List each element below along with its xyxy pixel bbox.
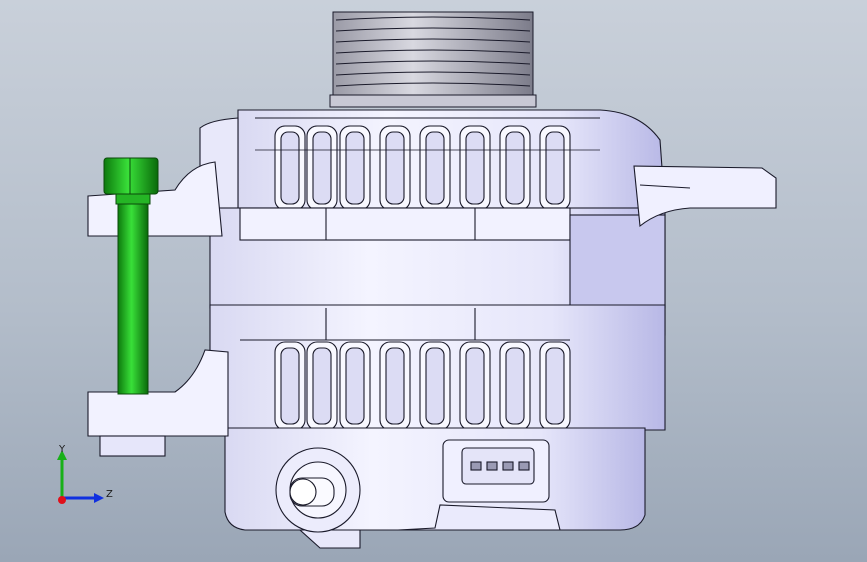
graphics-viewport[interactable]: Y Z	[0, 0, 867, 562]
vent-slot-inner	[280, 131, 300, 205]
alternator-model[interactable]	[0, 0, 867, 562]
vent-slot-inner	[505, 131, 525, 205]
vent-slot-inner	[505, 347, 525, 425]
lower-vent-slots	[274, 341, 571, 431]
connector-pin	[502, 461, 514, 471]
vent-slot-inner	[385, 347, 405, 425]
electrical-connector[interactable]	[442, 439, 550, 503]
b-plus-terminal[interactable]	[275, 447, 361, 533]
z-axis-arrowhead	[94, 493, 104, 503]
axis-triad: Y Z	[57, 444, 113, 504]
mounting-bolt[interactable]	[103, 157, 159, 395]
y-axis-label: Y	[58, 444, 66, 455]
front-housing[interactable]	[199, 109, 666, 211]
vent-slot-inner	[385, 131, 405, 205]
vent-slot-inner	[345, 347, 365, 425]
connector-pin	[518, 461, 530, 471]
vent-slot-inner	[545, 131, 565, 205]
mounting-lug-right[interactable]	[633, 165, 777, 228]
vent-slot-inner	[345, 131, 365, 205]
vent-slot-inner	[312, 347, 332, 425]
vent-slot-inner	[545, 347, 565, 425]
z-axis-label: Z	[106, 489, 113, 500]
vent-slot-inner	[425, 347, 445, 425]
vent-slot-inner	[465, 347, 485, 425]
pulley[interactable]	[329, 11, 537, 108]
vent-slot-inner	[312, 131, 332, 205]
rear-housing[interactable]	[209, 304, 666, 431]
vent-slot-inner	[465, 131, 485, 205]
vent-slot-inner	[280, 347, 300, 425]
vent-slot-inner	[425, 131, 445, 205]
upper-vent-slots	[274, 125, 571, 211]
connector-pin	[486, 461, 498, 471]
connector-pin	[470, 461, 482, 471]
x-axis-marker	[58, 496, 66, 504]
